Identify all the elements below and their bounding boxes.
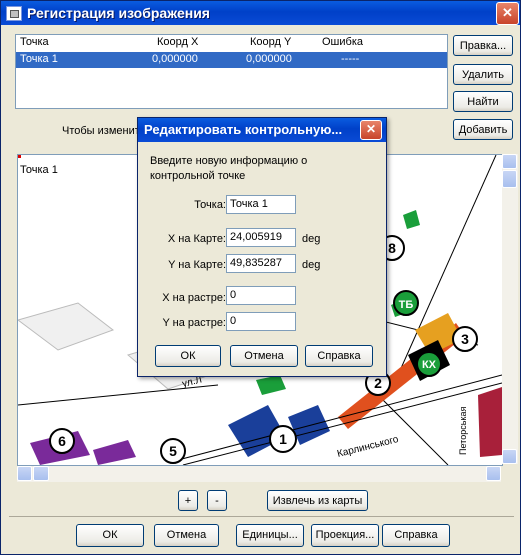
svg-text:8: 8 bbox=[388, 240, 396, 256]
svg-text:ТБ: ТБ bbox=[399, 299, 414, 311]
dialog-intro-text: Введите новую информацию о контрольной т… bbox=[150, 155, 308, 182]
y-map-field[interactable]: 49,835287 bbox=[226, 254, 296, 273]
cell-error: ----- bbox=[341, 53, 360, 65]
map-badge-3: 3 bbox=[452, 326, 478, 352]
dialog-cancel-button[interactable]: Отмена bbox=[230, 345, 298, 367]
edit-control-point-dialog: Редактировать контрольную... ✕ Введите н… bbox=[137, 117, 387, 377]
map-badge-6: 6 bbox=[49, 428, 75, 454]
column-header-point[interactable]: Точка bbox=[20, 36, 49, 48]
zoom-out-button[interactable]: - bbox=[207, 490, 227, 511]
x-raster-field[interactable]: 0 bbox=[226, 286, 296, 305]
scroll-left-button[interactable] bbox=[17, 466, 32, 481]
y-raster-field[interactable]: 0 bbox=[226, 312, 296, 331]
horizontal-scroll-thumb[interactable] bbox=[33, 466, 49, 481]
extract-from-map-button[interactable]: Извлечь из карты bbox=[267, 490, 368, 511]
y-raster-label: Y на растре: bbox=[162, 317, 226, 329]
svg-text:КХ: КХ bbox=[422, 359, 437, 371]
horizontal-scrollbar[interactable] bbox=[17, 466, 501, 482]
control-point-marker bbox=[18, 155, 21, 158]
point-label: Точка: bbox=[194, 199, 226, 211]
find-button[interactable]: Найти bbox=[453, 91, 513, 112]
dialog-help-button[interactable]: Справка bbox=[305, 345, 373, 367]
dialog-title: Редактировать контрольную... bbox=[144, 122, 343, 137]
table-row[interactable]: Точка 1 0,000000 0,000000 ----- bbox=[16, 52, 447, 68]
cancel-button[interactable]: Отмена bbox=[154, 524, 219, 547]
y-map-label: Y на Карте: bbox=[168, 259, 226, 271]
dialog-close-icon[interactable]: ✕ bbox=[360, 120, 382, 140]
map-badge-1: 1 bbox=[269, 425, 297, 453]
separator bbox=[9, 516, 514, 517]
edit-button[interactable]: Правка... bbox=[453, 35, 513, 56]
svg-text:5: 5 bbox=[169, 443, 177, 459]
vertical-scrollbar[interactable] bbox=[502, 154, 518, 464]
column-header-error[interactable]: Ошибка bbox=[322, 36, 363, 48]
x-map-label: X на Карте: bbox=[167, 233, 226, 245]
scroll-down-button[interactable] bbox=[502, 449, 517, 464]
window-title: Регистрация изображения bbox=[27, 5, 210, 21]
table-header: Точка Коорд X Коорд Y Ошибка bbox=[16, 35, 447, 51]
column-header-x[interactable]: Коорд X bbox=[157, 36, 198, 48]
cell-y: 0,000000 bbox=[246, 53, 292, 65]
x-raster-label: X на растре: bbox=[162, 292, 226, 304]
street-label-karlinskogo: Карлинського bbox=[336, 434, 400, 460]
x-map-field[interactable]: 24,005919 bbox=[226, 228, 296, 247]
title-bar[interactable]: Регистрация изображения ✕ bbox=[1, 1, 520, 25]
y-map-unit: deg bbox=[302, 259, 321, 271]
svg-text:2: 2 bbox=[374, 375, 382, 391]
street-label-vertical: Петорськая bbox=[458, 406, 468, 455]
scroll-up-button[interactable] bbox=[502, 154, 517, 169]
close-icon[interactable]: ✕ bbox=[496, 2, 519, 25]
projection-button[interactable]: Проекция... bbox=[311, 524, 379, 547]
vertical-scroll-thumb[interactable] bbox=[502, 170, 517, 188]
point-field[interactable]: Точка 1 bbox=[226, 195, 296, 214]
ok-button[interactable]: ОК bbox=[76, 524, 144, 547]
hint-text: Чтобы изменит bbox=[62, 125, 140, 137]
scroll-right-button[interactable] bbox=[486, 466, 501, 481]
svg-text:3: 3 bbox=[461, 331, 469, 347]
map-badge-5: 5 bbox=[160, 438, 186, 464]
dialog-title-bar[interactable]: Редактировать контрольную... ✕ bbox=[138, 118, 386, 142]
x-map-unit: deg bbox=[302, 233, 321, 245]
svg-text:6: 6 bbox=[58, 433, 66, 449]
delete-button[interactable]: Удалить bbox=[453, 64, 513, 85]
column-header-y[interactable]: Коорд Y bbox=[250, 36, 291, 48]
cell-x: 0,000000 bbox=[152, 53, 198, 65]
cell-point: Точка 1 bbox=[20, 53, 58, 65]
help-button[interactable]: Справка bbox=[382, 524, 450, 547]
map-badge-tb: ТБ bbox=[393, 290, 419, 316]
add-button[interactable]: Добавить bbox=[453, 119, 513, 140]
zoom-in-button[interactable]: + bbox=[178, 490, 198, 511]
svg-text:1: 1 bbox=[279, 431, 287, 447]
app-icon bbox=[6, 6, 22, 21]
map-badge-kh: КХ bbox=[416, 351, 442, 377]
units-button[interactable]: Единицы... bbox=[236, 524, 304, 547]
control-points-table[interactable]: Точка Коорд X Коорд Y Ошибка Точка 1 0,0… bbox=[15, 34, 448, 109]
dialog-ok-button[interactable]: ОК bbox=[155, 345, 221, 367]
control-point-label: Точка 1 bbox=[20, 164, 58, 176]
